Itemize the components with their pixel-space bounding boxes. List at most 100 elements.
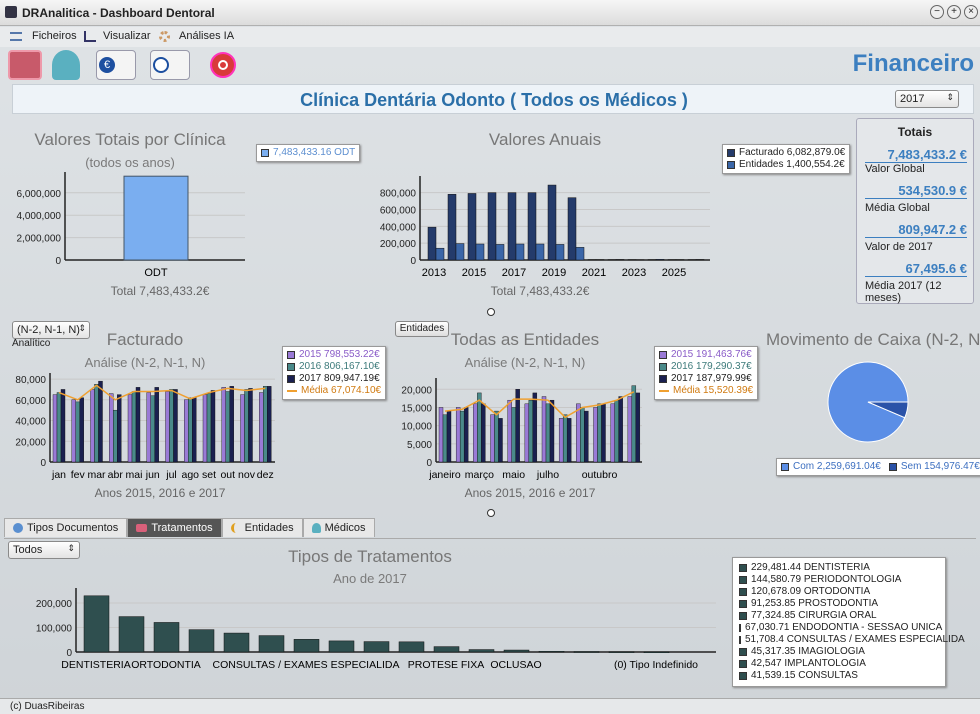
- legend-label: 42,547 IMPLANTOLOGIA: [751, 658, 866, 669]
- x-tick-label: 2017: [502, 267, 526, 279]
- year-select[interactable]: 2017 ⇕: [895, 90, 959, 108]
- menu-visualizar[interactable]: Visualizar: [103, 30, 151, 42]
- x-tick-label: PROTESE FIXA: [408, 659, 484, 671]
- pager-dot[interactable]: [487, 509, 495, 517]
- menu-analises-ia[interactable]: Análises IA: [179, 30, 234, 42]
- bar-2016: [562, 414, 568, 463]
- legend-swatch: [739, 672, 747, 680]
- bar-2015: [240, 394, 245, 463]
- bar: [363, 641, 390, 653]
- total-value: 534,530.9 €: [865, 183, 967, 199]
- legend-swatch: [739, 660, 747, 668]
- x-tick-label: jan: [51, 469, 66, 481]
- total-value: 7,483,433.2 €: [865, 147, 967, 163]
- p1-legend: 7,483,433.16 ODT: [256, 144, 361, 162]
- legend-swatch: [727, 161, 735, 169]
- bar-2016: [188, 397, 193, 463]
- pager-dot[interactable]: [487, 308, 495, 316]
- legend-swatch: [739, 588, 747, 596]
- x-tick-label: mar: [87, 469, 106, 481]
- bar-2017: [248, 388, 253, 463]
- bar-entidades: [495, 244, 505, 261]
- tab-tratamentos[interactable]: Tratamentos: [127, 518, 222, 537]
- bar-2016: [459, 410, 465, 463]
- tab-label: Tratamentos: [151, 522, 213, 534]
- legend-label: 91,253.85 PROSTODONTIA: [751, 598, 879, 609]
- p3-chart: 0 20,000 40,000 60,000 80,000 jan fev mar abr mai…: [15, 373, 275, 481]
- clinic-toolbar-button[interactable]: [8, 50, 42, 80]
- y-tick-label: 0: [66, 648, 72, 659]
- bar-2015: [165, 391, 170, 463]
- y-tick-label: 20,000: [15, 437, 46, 448]
- legend-label: 229,481.44 DENTISTERIA: [751, 562, 870, 573]
- bar-entidades: [555, 244, 565, 261]
- bar-2015: [184, 399, 189, 463]
- chart-icon: [84, 31, 96, 42]
- y-tick-label: 600,000: [380, 205, 417, 216]
- bar: [643, 651, 670, 654]
- y-tick-label: 0: [40, 458, 46, 469]
- legend-swatch: [727, 149, 735, 157]
- legend-swatch: [739, 648, 747, 656]
- menu-ficheiros[interactable]: Ficheiros: [32, 30, 77, 42]
- legend-swatch: [287, 375, 295, 383]
- legend-swatch: [287, 363, 295, 371]
- minimize-icon[interactable]: −: [930, 5, 944, 19]
- bar-2015: [71, 399, 76, 463]
- p4-footer: Anos 2015, 2016 e 2017: [464, 486, 596, 500]
- bar-2015: [593, 407, 598, 463]
- bar-2017: [635, 392, 641, 463]
- euro-report-button[interactable]: €: [96, 50, 136, 80]
- legend-label: 2017 187,979.99€: [671, 373, 752, 384]
- bar-2017: [463, 407, 469, 463]
- close-icon[interactable]: ×: [964, 5, 978, 19]
- bar-2017: [532, 392, 538, 463]
- tab-medicos[interactable]: Médicos: [302, 518, 375, 537]
- treatment-filter-select[interactable]: Todos ⇕: [8, 541, 80, 559]
- total-value: 67,495.6 €: [865, 261, 967, 277]
- legend-label: Entidades 1,400,554.2€: [739, 159, 845, 170]
- maximize-icon[interactable]: +: [947, 5, 961, 19]
- bar: [608, 651, 635, 653]
- bar-2015: [127, 394, 133, 463]
- tab-bar: Tipos Documentos Tratamentos Entidades M…: [4, 518, 375, 538]
- doctor-icon: [311, 523, 321, 533]
- bar-2017: [229, 386, 234, 463]
- legend-swatch: [739, 612, 747, 620]
- p5-title: Movimento de Caixa (N-2, N: [766, 330, 980, 349]
- legend-item: 77,324.85 CIRURGIA ORAL: [739, 610, 939, 622]
- x-tick-label: out: [220, 469, 235, 481]
- power-button[interactable]: [210, 52, 236, 78]
- legend-item: 41,539.15 CONSULTAS: [739, 670, 939, 682]
- x-tick-label: dez: [257, 469, 274, 481]
- tab-tipos-documentos[interactable]: Tipos Documentos: [4, 518, 128, 537]
- total-label: Valor Global: [865, 163, 925, 175]
- doctor-toolbar-button[interactable]: [52, 50, 80, 80]
- bar-2016: [477, 392, 482, 463]
- legend-label: Média 15,520.39€: [673, 385, 754, 396]
- y-tick-label: 40,000: [15, 417, 46, 428]
- x-tick-label: ODT: [144, 267, 168, 279]
- bar-facturado: [467, 193, 477, 261]
- bar-2016: [75, 401, 80, 463]
- x-tick-label: 2015: [462, 267, 486, 279]
- tab-entidades[interactable]: Entidades: [221, 518, 303, 537]
- p2-title: Valores Anuais: [488, 130, 602, 149]
- bar: [223, 632, 250, 653]
- legend-swatch: [659, 363, 667, 371]
- x-tick-label: maio: [502, 469, 525, 481]
- bar-2017: [446, 410, 452, 463]
- x-tick-label: fev: [71, 469, 86, 481]
- time-report-button[interactable]: [150, 50, 190, 80]
- bar: [468, 649, 495, 653]
- bar-2016: [244, 389, 249, 463]
- bar-2016: [614, 399, 619, 463]
- analytic-label: Analítico: [12, 338, 51, 349]
- y-tick-label: 100,000: [36, 624, 73, 635]
- p3-title: Facturado: [106, 330, 184, 349]
- p1-chart: 0 2,000,000 4,000,000 6,000,000 ODT: [17, 172, 245, 279]
- bar-entidades: [615, 259, 625, 261]
- x-tick-label: set: [202, 469, 216, 481]
- bar: [538, 651, 565, 653]
- legend-swatch: [659, 375, 667, 383]
